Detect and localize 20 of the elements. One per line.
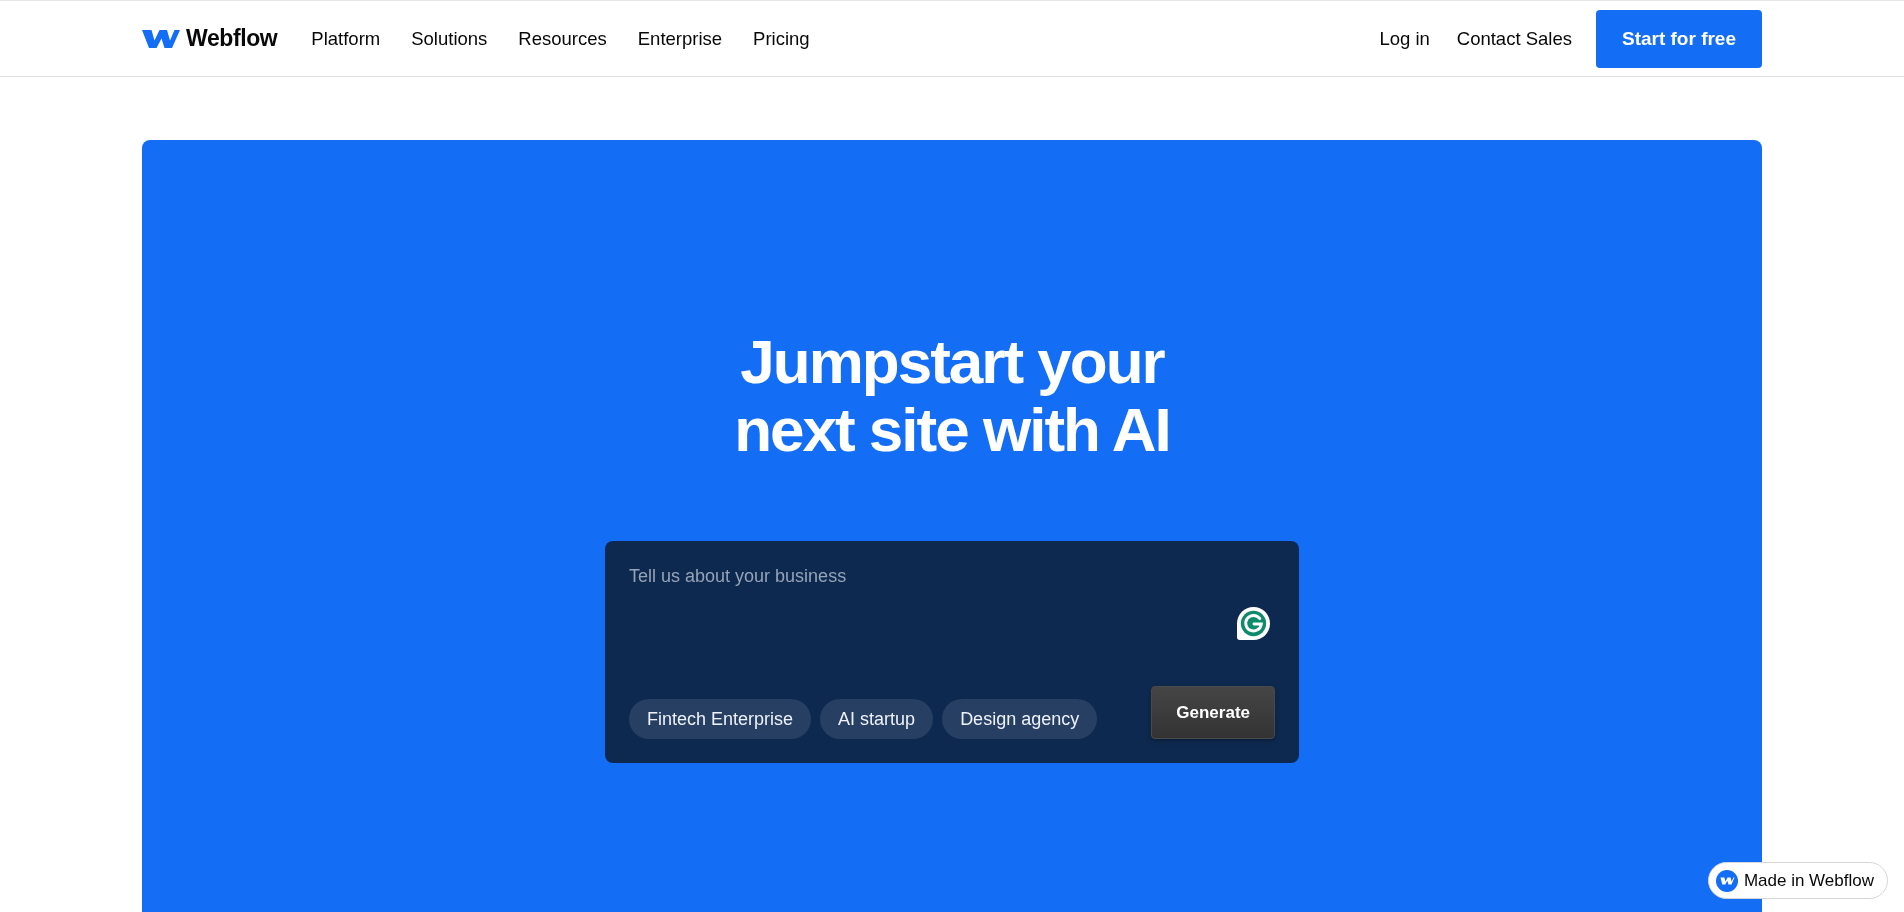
w-logo-icon — [142, 27, 180, 50]
g-bubble-icon — [1236, 606, 1271, 641]
nav-menu-link[interactable]: Platform — [311, 27, 381, 50]
generate-button[interactable]: Generate — [1151, 686, 1275, 739]
suggestion-chip[interactable]: Design agency — [942, 699, 1098, 739]
nav-menu-link[interactable]: Solutions — [411, 27, 488, 50]
w-logo-icon — [1715, 869, 1738, 892]
made-in-webflow-badge[interactable]: Made in Webflow — [1707, 862, 1888, 899]
hero-heading: Jumpstart your next site with AI — [734, 328, 1170, 464]
prompt-input-box[interactable]: Tell us about your business Fintech Enterprise AI startup Design agency Generate — [605, 541, 1299, 763]
start-free-button[interactable]: Start for free — [1595, 9, 1762, 68]
nav-link[interactable]: Log in — [1379, 27, 1430, 50]
home-logo-link[interactable]: Webflow — [142, 25, 278, 52]
nav-link[interactable]: Contact Sales — [1456, 27, 1572, 50]
nav-menu-link[interactable]: Enterprise — [637, 27, 723, 50]
nav-menu-link[interactable]: Resources — [518, 27, 607, 50]
nav-menu-link[interactable]: Pricing — [753, 27, 810, 50]
business-description-field[interactable]: Tell us about your business — [629, 563, 1275, 686]
suggestion-chip[interactable]: AI startup — [820, 699, 934, 739]
suggestion-chip[interactable]: Fintech Enterprise — [629, 699, 812, 739]
